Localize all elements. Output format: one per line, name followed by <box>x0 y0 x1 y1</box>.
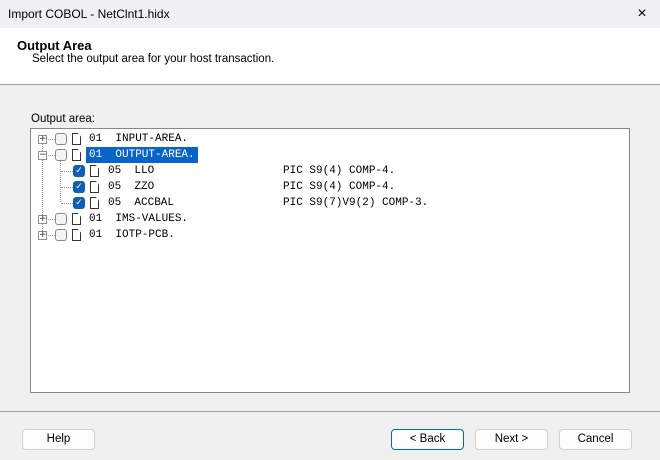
field-name: ZZO <box>134 181 155 193</box>
output-area-tree[interactable]: +01 INPUT-AREA. −01 OUTPUT-AREA. ✓ 05 LLO PI… <box>30 128 630 393</box>
separator <box>0 411 660 412</box>
next-button[interactable]: Next > <box>475 429 548 450</box>
tree-line <box>48 219 55 220</box>
tree-item[interactable]: ✓ 05 ACCBAL PIC S9(7)V9(2) COMP-3. <box>31 195 629 211</box>
tree-line <box>61 203 73 204</box>
field-name: IMS-VALUES. <box>115 213 189 225</box>
picture-clause: PIC S9(4) COMP-4. <box>283 165 396 177</box>
document-icon <box>72 213 81 225</box>
expand-icon[interactable]: + <box>38 231 47 240</box>
tree-line <box>61 171 73 172</box>
check-icon: ✓ <box>75 182 83 192</box>
page-title: Output Area <box>17 38 92 53</box>
field-name: OUTPUT-AREA. <box>115 149 195 161</box>
expand-icon[interactable]: + <box>38 135 47 144</box>
tree-item-label: 05 ACCBAL <box>108 195 174 211</box>
wizard-header: Output Area Select the output area for y… <box>0 28 660 85</box>
document-icon <box>72 133 81 145</box>
tree-line <box>61 187 73 188</box>
output-area-label: Output area: <box>31 113 95 125</box>
level-number: 01 <box>89 133 103 145</box>
tree-item[interactable]: ✓ 05 LLO PIC S9(4) COMP-4. <box>31 163 629 179</box>
tree-item-label: 01 IOTP-PCB. <box>89 227 175 243</box>
tree-line <box>48 235 55 236</box>
picture-clause: PIC S9(4) COMP-4. <box>283 181 396 193</box>
level-number: 05 <box>108 165 122 177</box>
collapse-icon[interactable]: − <box>38 151 47 160</box>
level-number: 01 <box>89 213 103 225</box>
picture-clause: PIC S9(7)V9(2) COMP-3. <box>283 197 429 209</box>
tree-item[interactable]: − 01 OUTPUT-AREA. <box>31 147 629 163</box>
page-subtitle: Select the output area for your host tra… <box>32 53 275 65</box>
tree-item-label: 01 IMS-VALUES. <box>89 211 188 227</box>
document-icon <box>90 165 99 177</box>
tree-item[interactable]: ✓ 05 ZZO PIC S9(4) COMP-4. <box>31 179 629 195</box>
cancel-button[interactable]: Cancel <box>559 429 632 450</box>
tree-item[interactable]: +01 IMS-VALUES. <box>31 211 629 227</box>
document-icon <box>90 197 99 209</box>
checkbox[interactable] <box>55 213 67 225</box>
title-bar: Import COBOL - NetClnt1.hidx × <box>0 0 660 28</box>
checkbox[interactable] <box>55 133 67 145</box>
field-name: INPUT-AREA. <box>115 133 189 145</box>
document-icon <box>72 149 81 161</box>
back-button[interactable]: < Back <box>391 429 464 450</box>
tree-item-label: 01 INPUT-AREA. <box>89 131 188 147</box>
help-button[interactable]: Help <box>22 429 95 450</box>
expand-icon[interactable]: + <box>38 215 47 224</box>
tree-line <box>48 155 55 156</box>
check-icon: ✓ <box>75 198 83 208</box>
tree-item-label: 01 OUTPUT-AREA. <box>86 147 198 163</box>
level-number: 01 <box>89 229 103 241</box>
checkbox[interactable] <box>55 229 67 241</box>
window-title: Import COBOL - NetClnt1.hidx <box>8 7 170 21</box>
tree-item[interactable]: +01 IOTP-PCB. <box>31 227 629 243</box>
level-number: 05 <box>108 197 122 209</box>
tree-line <box>48 139 55 140</box>
close-icon[interactable]: × <box>632 4 652 24</box>
checkbox[interactable]: ✓ <box>73 165 85 177</box>
level-number: 01 <box>89 149 103 161</box>
checkbox[interactable] <box>55 149 67 161</box>
document-icon <box>90 181 99 193</box>
field-name: IOTP-PCB. <box>115 229 175 241</box>
level-number: 05 <box>108 181 122 193</box>
field-name: ACCBAL <box>134 197 175 209</box>
checkbox[interactable]: ✓ <box>73 197 85 209</box>
tree-item[interactable]: +01 INPUT-AREA. <box>31 131 629 147</box>
tree-item-label: 05 ZZO <box>108 179 154 195</box>
checkbox[interactable]: ✓ <box>73 181 85 193</box>
field-name: LLO <box>134 165 155 177</box>
check-icon: ✓ <box>75 166 83 176</box>
document-icon <box>72 229 81 241</box>
tree-item-label: 05 LLO <box>108 163 154 179</box>
